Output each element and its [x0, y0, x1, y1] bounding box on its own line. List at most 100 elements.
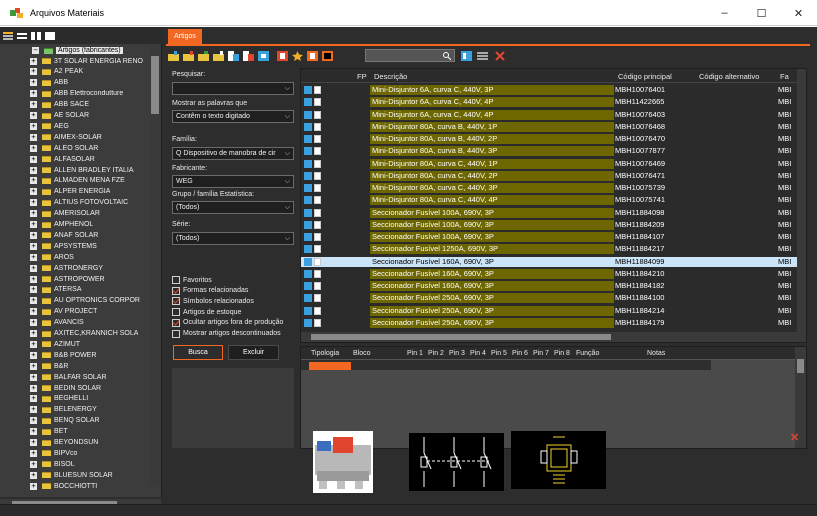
expand-icon[interactable]: +	[30, 112, 37, 119]
symbol-link-icon[interactable]	[304, 110, 312, 119]
symbol-link-icon[interactable]	[304, 86, 312, 94]
symbol-link-icon[interactable]	[304, 282, 312, 290]
symbol-link-icon[interactable]	[304, 147, 312, 156]
tree-item[interactable]: + BENQ SOLAR	[0, 416, 150, 426]
pins-header-cell[interactable]: Tipologia	[311, 350, 339, 357]
document-icon[interactable]	[314, 135, 321, 143]
document-icon[interactable]	[314, 318, 321, 327]
close-button[interactable]: ✕	[780, 0, 817, 26]
scroll-thumb[interactable]	[797, 359, 804, 373]
expand-icon[interactable]: +	[30, 395, 37, 403]
table-row[interactable]: Mini-Disjuntor 6A, curva C, 440V, 4P MBH1…	[301, 97, 797, 108]
import-icon[interactable]	[258, 51, 269, 61]
tree-item[interactable]: + ABB Elettrocondutture	[0, 89, 150, 99]
tree-item[interactable]: + ATERSA	[0, 285, 150, 295]
tree-item[interactable]: + ALTIUS FOTOVOLTAIC	[0, 198, 150, 208]
expand-icon[interactable]: +	[30, 406, 37, 414]
table-row[interactable]: Mini-Disjuntor 6A, curva C, 440V, 4P MBH1…	[301, 109, 797, 120]
expand-icon[interactable]: +	[30, 439, 37, 446]
expand-icon[interactable]: +	[30, 428, 37, 436]
tree-item[interactable]: + ABB SACE	[0, 100, 150, 110]
table-row[interactable]: Seccionador Fusível 100A, 690V, 3P MBH118…	[301, 219, 797, 230]
tree-item[interactable]: + AIMEX-SOLAR	[0, 132, 150, 142]
expand-icon[interactable]: +	[30, 242, 37, 250]
tab-artigos[interactable]: Artigos	[168, 29, 202, 44]
typology-cell[interactable]	[309, 362, 351, 370]
remove-preview-icon[interactable]: ✕	[790, 431, 799, 444]
expand-icon[interactable]: +	[30, 308, 37, 316]
tree-item[interactable]: + AMERISOLAR	[0, 209, 150, 219]
maximize-button[interactable]: ☐	[743, 0, 780, 26]
tree-item[interactable]: + BEYONDSUN	[0, 438, 150, 448]
tree-item[interactable]: + A2 PEAK	[0, 67, 150, 77]
tree-item[interactable]: + B&R	[0, 361, 150, 371]
tree-item[interactable]: + AROS	[0, 252, 150, 262]
delete-folder-icon[interactable]	[213, 51, 224, 61]
expand-icon[interactable]: +	[30, 68, 37, 76]
document-icon[interactable]	[314, 196, 321, 205]
maker-select[interactable]: WEG ⌵	[172, 175, 294, 188]
document-icon[interactable]	[314, 208, 321, 217]
add-folder-icon[interactable]	[168, 51, 179, 61]
search-button[interactable]: Busca	[173, 345, 223, 360]
schematic-symbol-preview[interactable]	[409, 433, 504, 491]
expand-icon[interactable]: +	[30, 188, 37, 196]
expand-icon[interactable]: +	[30, 362, 37, 370]
columns-icon[interactable]	[461, 51, 472, 61]
table-row[interactable]: Seccionador Fusível 100A, 690V, 3P MBH118…	[301, 207, 797, 218]
document-icon[interactable]	[314, 282, 321, 290]
symbol-link-icon[interactable]	[304, 245, 312, 254]
pins-header-cell[interactable]: Pin 8	[554, 350, 570, 357]
tree-item[interactable]: + ASTRONERGY	[0, 263, 150, 273]
filter-checkbox-row[interactable]: Formas relacionadas	[172, 286, 248, 296]
expand-icon[interactable]: +	[30, 373, 37, 381]
articles-grid[interactable]: FP Descrição Código principal Código alt…	[300, 68, 807, 343]
table-row[interactable]: Mini-Disjuntor 80A, curva C, 440V, 3P MBH…	[301, 183, 797, 193]
scroll-thumb[interactable]	[311, 334, 611, 340]
tree-item[interactable]: + BLUESUN SOLAR	[0, 470, 150, 480]
document-icon[interactable]	[314, 233, 321, 241]
table-row[interactable]: Seccionador Fusível 250A, 690V, 3P MBH118…	[301, 305, 797, 316]
document-icon[interactable]	[314, 159, 321, 168]
document-icon[interactable]	[314, 147, 321, 156]
tree-item[interactable]: + AE SOLAR	[0, 111, 150, 121]
symbol-link-icon[interactable]	[304, 306, 312, 315]
checkbox[interactable]	[172, 308, 180, 317]
expand-icon[interactable]: +	[30, 417, 37, 425]
export-icon[interactable]	[322, 51, 333, 61]
tree-item[interactable]: + B&B POWER	[0, 350, 150, 360]
tree-item[interactable]: + BEGHELLI	[0, 394, 150, 404]
tree-item[interactable]: + BELENERGY	[0, 405, 150, 415]
expand-icon[interactable]: +	[30, 330, 37, 337]
table-row[interactable]: Mini-Disjuntor 80A, curva B, 440V, 3P MBH…	[301, 146, 797, 157]
pins-header-cell[interactable]: Pin 2	[428, 350, 444, 357]
product-photo-preview[interactable]	[313, 431, 373, 493]
pins-header-cell[interactable]: Pin 6	[512, 350, 528, 357]
favorite-star-icon[interactable]	[292, 51, 303, 61]
tree-item[interactable]: + ALMADEN MENA FZE	[0, 176, 150, 186]
filter-checkbox-row[interactable]: Artigos de estoque	[172, 307, 241, 317]
header-fa[interactable]: Fa	[780, 72, 789, 81]
expand-icon[interactable]: +	[30, 351, 37, 359]
tree-item[interactable]: + ALFASOLAR	[0, 154, 150, 164]
table-row[interactable]: Mini-Disjuntor 80A, curva C, 440V, 1P MBH…	[301, 158, 797, 169]
expand-icon[interactable]: +	[30, 210, 37, 218]
form-preview[interactable]	[511, 431, 606, 489]
table-row[interactable]: Mini-Disjuntor 6A, curva C, 440V, 3P MBH1…	[301, 85, 797, 95]
tree-item[interactable]: + AMPHENOL	[0, 220, 150, 230]
tree-item[interactable]: + BISOL	[0, 459, 150, 469]
expand-icon[interactable]: +	[30, 449, 37, 457]
document-icon[interactable]	[314, 98, 321, 107]
symbol-link-icon[interactable]	[304, 318, 312, 327]
pins-header-cell[interactable]: Pin 1	[407, 350, 423, 357]
list-view-icon[interactable]	[3, 31, 13, 40]
symbol-link-icon[interactable]	[304, 196, 312, 205]
expand-icon[interactable]: +	[30, 199, 37, 207]
tree-root[interactable]: − Artigos (fabricantes)	[0, 45, 123, 56]
tree-vertical-scrollbar[interactable]	[150, 44, 161, 486]
document-icon[interactable]	[314, 257, 321, 266]
checkbox[interactable]	[172, 318, 180, 327]
symbol-link-icon[interactable]	[304, 208, 312, 217]
delete-icon[interactable]	[495, 51, 506, 61]
symbol-link-icon[interactable]	[304, 184, 312, 192]
